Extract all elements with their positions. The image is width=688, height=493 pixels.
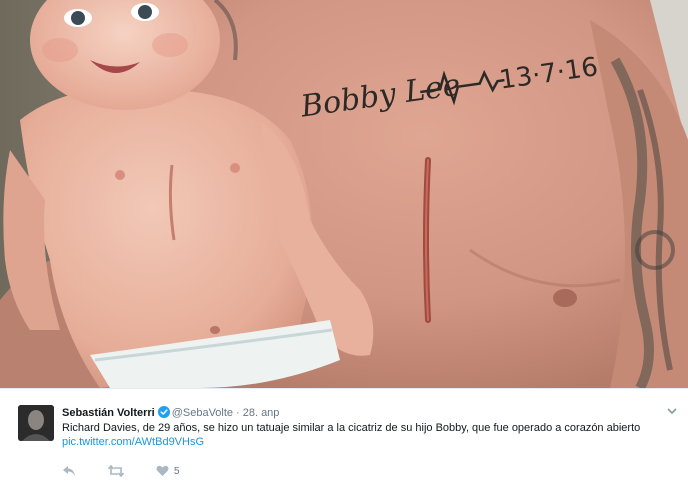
like-count: 5 — [174, 465, 180, 477]
retweet-button[interactable] — [108, 465, 124, 477]
tweet-date[interactable]: 28. anp — [243, 407, 280, 419]
like-button[interactable]: 5 — [156, 465, 180, 477]
tweet-text: Richard Davies, de 29 años, se hizo un t… — [62, 422, 641, 434]
reply-button[interactable] — [62, 465, 76, 477]
tweet: Sebastián Volterri @SebaVolte · 28. anp Ri… — [0, 388, 688, 493]
tweet-media-link[interactable]: pic.twitter.com/AWtBd9VHsG — [62, 435, 204, 449]
header-separator: · — [236, 407, 240, 419]
tweet-header: Sebastián Volterri @SebaVolte · 28. anp — [62, 405, 279, 421]
tweet-photo[interactable]: Bobby Lee 13·7·16 — [0, 0, 688, 388]
verified-badge-icon — [157, 406, 170, 418]
retweet-icon — [108, 465, 124, 477]
tweet-text-block: Richard Davies, de 29 años, se hizo un t… — [62, 421, 672, 449]
author-name[interactable]: Sebastián Volterri — [62, 407, 155, 419]
heart-icon — [156, 465, 169, 476]
author-handle[interactable]: @SebaVolte — [172, 407, 233, 419]
author-avatar[interactable] — [18, 405, 54, 441]
chevron-down-icon[interactable] — [666, 405, 678, 417]
tweet-actions: 5 — [62, 463, 212, 479]
reply-icon — [63, 466, 75, 476]
